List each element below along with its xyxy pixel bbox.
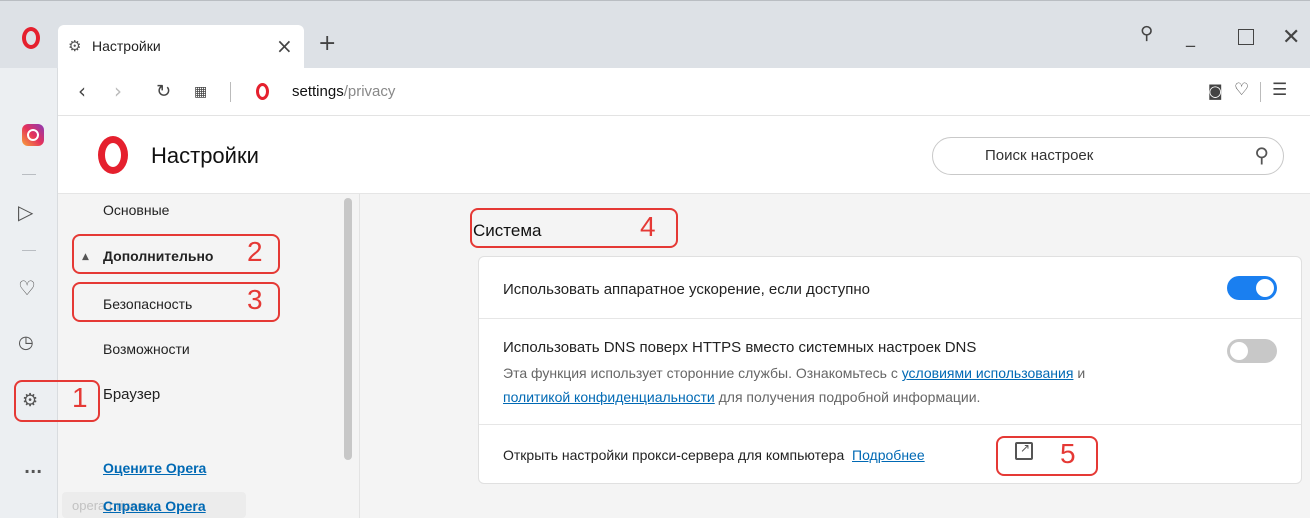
url-field[interactable]: settings/privacy	[292, 83, 395, 100]
row-dns-over-https: Использовать DNS поверх HTTPS вместо сис…	[479, 319, 1301, 425]
back-icon[interactable]: ‹	[78, 79, 86, 103]
heart-icon[interactable]: ♡	[18, 276, 36, 300]
gear-icon: ⚙	[68, 37, 82, 55]
nav-item-basic[interactable]: Основные	[103, 202, 169, 218]
divider	[1260, 82, 1261, 102]
minimize-button[interactable]: _	[1186, 27, 1195, 48]
send-icon[interactable]: ▷	[18, 200, 33, 224]
maximize-button[interactable]	[1238, 29, 1254, 45]
url-host: settings	[292, 83, 344, 100]
camera-icon[interactable]: ◙	[1208, 82, 1223, 100]
privacy-link[interactable]: политикой конфиденциальности	[503, 389, 715, 405]
nav-scrollbar[interactable]	[344, 198, 352, 460]
forward-icon[interactable]: ›	[114, 79, 122, 103]
row-label: Использовать аппаратное ускорение, если …	[503, 281, 870, 298]
proxy-text: Открыть настройки прокси-сервера для ком…	[503, 447, 845, 463]
description-text: и	[1073, 365, 1086, 381]
opera-menu-icon[interactable]	[22, 27, 40, 49]
clock-icon[interactable]: ◷	[18, 332, 34, 353]
search-icon: ⚲	[1254, 143, 1269, 167]
rate-opera-link[interactable]: Оцените Opera	[103, 460, 206, 476]
terms-link[interactable]: условиями использования	[902, 365, 1074, 381]
tab-title: Настройки	[92, 38, 161, 54]
hardware-acceleration-toggle[interactable]	[1227, 276, 1277, 300]
address-bar: ‹ › ↻ ▦ settings/privacy ◙ ♡ ☰	[58, 68, 1310, 116]
learn-more-link[interactable]: Подробнее	[852, 447, 925, 463]
row-proxy: Открыть настройки прокси-сервера для ком…	[479, 425, 1301, 485]
opera-help-link[interactable]: Справка Opera	[103, 498, 206, 514]
row-label: Использовать DNS поверх HTTPS вместо сис…	[503, 339, 977, 356]
url-path: /privacy	[343, 83, 396, 100]
new-tab-button[interactable]: +	[318, 31, 336, 56]
close-tab-button[interactable]: ×	[276, 34, 293, 58]
speed-dial-icon[interactable]: ▦	[194, 84, 207, 100]
settings-header: Настройки Поиск настроек ⚲	[58, 116, 1310, 194]
tab-strip: ⚙ Настройки × + ⚲ _ ✕	[0, 0, 1310, 69]
opera-logo-icon	[98, 136, 128, 174]
search-tabs-icon[interactable]: ⚲	[1140, 23, 1153, 44]
search-input[interactable]: Поиск настроек ⚲	[932, 137, 1284, 175]
system-card: Использовать аппаратное ускорение, если …	[478, 256, 1302, 484]
sidebar-rail: ▷ ♡ ◷ ⚙ ···	[0, 68, 58, 518]
row-label: Открыть настройки прокси-сервера для ком…	[503, 447, 925, 463]
description-text: Эта функция использует сторонние службы.…	[503, 365, 902, 381]
tab-settings[interactable]: ⚙ Настройки ×	[58, 25, 304, 69]
nav-item-browser[interactable]: Браузер	[103, 386, 160, 403]
description-text: для получения подробной информации.	[714, 389, 981, 405]
nav-item-features[interactable]: Возможности	[103, 341, 190, 357]
annotation-number-1: 1	[72, 382, 88, 413]
divider	[22, 174, 36, 175]
dns-over-https-toggle[interactable]	[1227, 339, 1277, 363]
annotation-number-4: 4	[640, 211, 656, 242]
more-icon[interactable]: ···	[24, 462, 42, 481]
easy-setup-icon[interactable]: ☰	[1272, 80, 1287, 100]
heart-icon[interactable]: ♡	[1234, 80, 1249, 100]
annotation-number-5: 5	[1060, 438, 1076, 469]
close-window-button[interactable]: ✕	[1282, 25, 1300, 50]
site-icon	[256, 83, 269, 100]
reload-icon[interactable]: ↻	[156, 81, 171, 102]
divider	[22, 250, 36, 251]
search-placeholder: Поиск настроек	[985, 147, 1094, 164]
instagram-icon[interactable]	[22, 124, 44, 146]
row-hardware-acceleration: Использовать аппаратное ускорение, если …	[479, 257, 1301, 319]
divider	[230, 82, 231, 102]
annotation-number-2: 2	[247, 236, 263, 267]
annotation-number-3: 3	[247, 284, 263, 315]
annotation-box-5	[996, 436, 1098, 476]
page-title: Настройки	[151, 143, 259, 168]
row-description: Эта функция использует сторонние службы.…	[503, 361, 1143, 409]
